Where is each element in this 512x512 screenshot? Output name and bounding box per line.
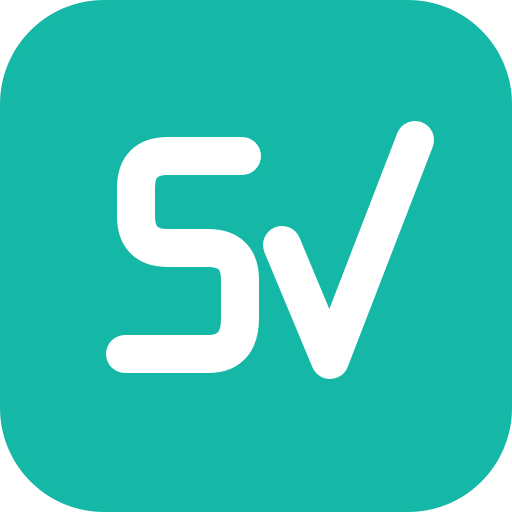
icon-background bbox=[0, 0, 512, 512]
app-icon bbox=[0, 0, 512, 512]
sv-logo-icon bbox=[0, 0, 512, 512]
